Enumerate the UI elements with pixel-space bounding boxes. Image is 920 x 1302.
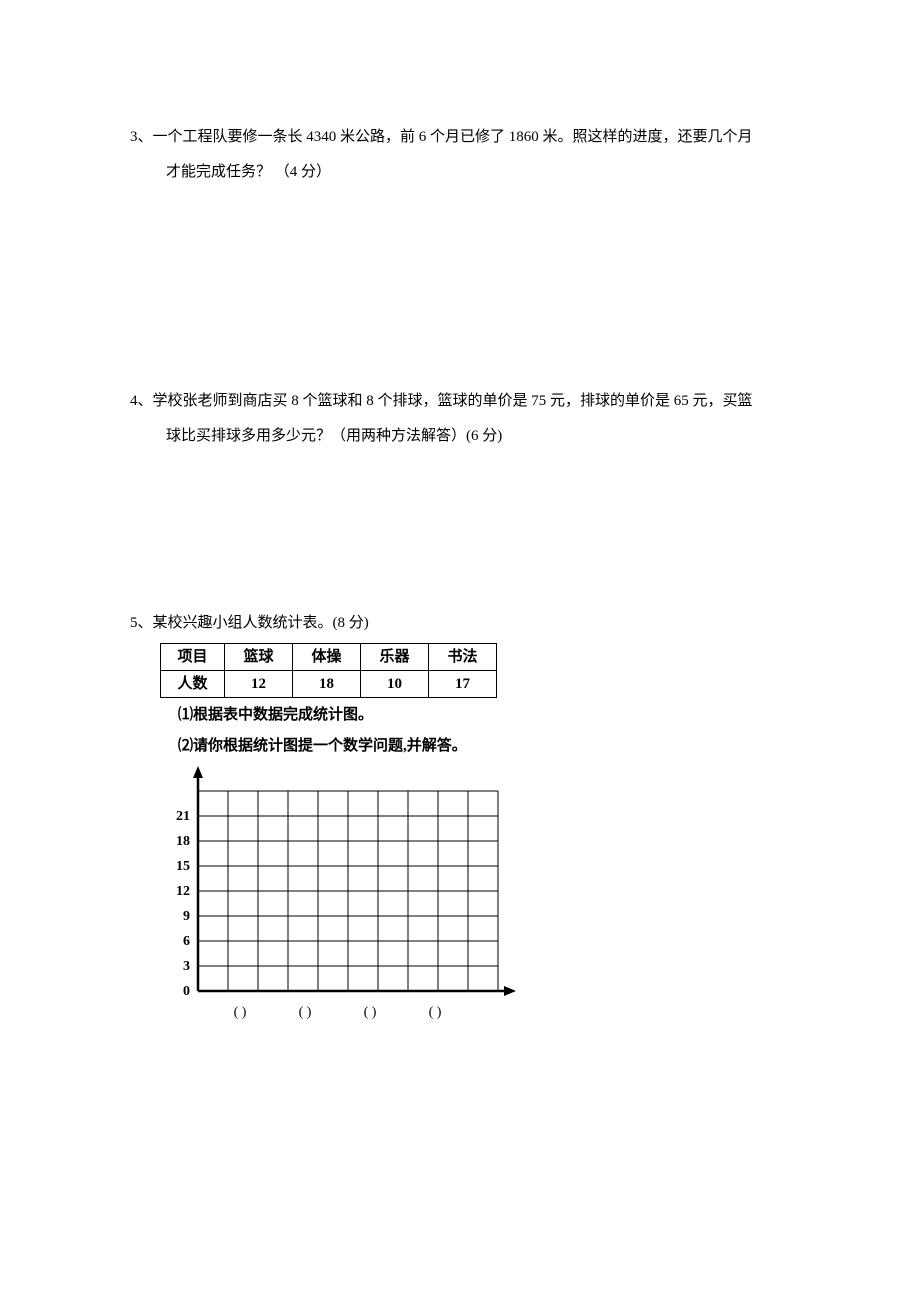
y-axis-arrow-icon xyxy=(193,766,203,778)
x-blank-2: ( ) xyxy=(299,1005,312,1020)
y-tick-18: 18 xyxy=(176,834,190,849)
y-tick-15: 15 xyxy=(176,859,190,874)
page: 3、一个工程队要修一条长 4340 米公路，前 6 个月已修了 1860 米。照… xyxy=(0,0,920,1126)
q3-line1: 3、一个工程队要修一条长 4340 米公路，前 6 个月已修了 1860 米。照… xyxy=(130,120,790,155)
y-tick-3: 3 xyxy=(183,959,190,974)
col-basketball: 篮球 xyxy=(225,644,293,671)
row-label-projects: 项目 xyxy=(161,644,225,671)
x-blank-4: ( ) xyxy=(429,1005,442,1020)
x-axis-arrow-icon xyxy=(504,986,516,996)
x-blank-3: ( ) xyxy=(364,1005,377,1020)
q4-line1: 4、学校张老师到商店买 8 个篮球和 8 个排球，篮球的单价是 75 元，排球的… xyxy=(130,384,790,419)
value-calligraphy: 17 xyxy=(429,671,497,698)
y-tick-12: 12 xyxy=(176,884,190,899)
q3-line2: 才能完成任务？ （4 分） xyxy=(130,155,790,190)
data-table: 项目 篮球 体操 乐器 书法 人数 12 18 10 17 xyxy=(160,643,497,698)
y-tick-6: 6 xyxy=(183,934,190,949)
bar-chart-blank: 0 3 6 9 12 15 18 21 xyxy=(160,766,790,1046)
q5-sub1: ⑴根据表中数据完成统计图。 xyxy=(130,702,790,729)
question-5: 5、某校兴趣小组人数统计表。(8 分) 项目 篮球 体操 乐器 书法 人数 12… xyxy=(130,608,790,1046)
table-row: 项目 篮球 体操 乐器 书法 xyxy=(161,644,497,671)
q5-sub2: ⑵请你根据统计图提一个数学问题,并解答。 xyxy=(130,733,790,760)
q4-line2: 球比买排球多用多少元？（用两种方法解答）(6 分) xyxy=(130,419,790,454)
q5-header: 5、某校兴趣小组人数统计表。(8 分) xyxy=(130,608,790,638)
value-gymnastics: 18 xyxy=(293,671,361,698)
y-tick-9: 9 xyxy=(183,909,190,924)
value-instrument: 10 xyxy=(361,671,429,698)
col-calligraphy: 书法 xyxy=(429,644,497,671)
y-tick-21: 21 xyxy=(176,809,190,824)
col-instrument: 乐器 xyxy=(361,644,429,671)
x-blank-1: ( ) xyxy=(234,1005,247,1020)
chart-svg: 0 3 6 9 12 15 18 21 xyxy=(160,766,520,1046)
question-4: 4、学校张老师到商店买 8 个篮球和 8 个排球，篮球的单价是 75 元，排球的… xyxy=(130,384,790,453)
row-label-count: 人数 xyxy=(161,671,225,698)
col-gymnastics: 体操 xyxy=(293,644,361,671)
table-row: 人数 12 18 10 17 xyxy=(161,671,497,698)
chart-grid xyxy=(198,791,498,991)
value-basketball: 12 xyxy=(225,671,293,698)
y-tick-0: 0 xyxy=(183,984,190,999)
question-3: 3、一个工程队要修一条长 4340 米公路，前 6 个月已修了 1860 米。照… xyxy=(130,120,790,189)
